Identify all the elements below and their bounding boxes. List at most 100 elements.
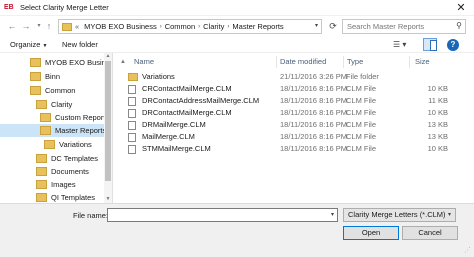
breadcrumb-separator-icon[interactable]: ›: [198, 24, 200, 30]
help-icon[interactable]: ?: [447, 39, 459, 51]
close-button[interactable]: ✕: [454, 1, 468, 15]
organize-button[interactable]: Organize ▼: [10, 40, 47, 51]
file-size: 10 KB: [427, 108, 448, 117]
tree-item-documents[interactable]: Documents: [36, 165, 110, 178]
file-icon: [128, 145, 136, 154]
up-arrow-icon[interactable]: ↑: [43, 20, 55, 32]
file-icon: [128, 133, 136, 142]
tree-item-label: DC Templates: [51, 154, 98, 163]
breadcrumb-separator-icon[interactable]: ›: [227, 24, 229, 30]
file-type: CLM File: [346, 120, 377, 129]
folder-icon: [30, 72, 41, 81]
search-box[interactable]: ⚲: [342, 19, 466, 34]
folder-icon: [36, 180, 47, 189]
tree-scrollbar[interactable]: ▲ ▼: [104, 53, 112, 203]
folder-icon: [30, 86, 41, 95]
address-overflow[interactable]: «: [75, 22, 79, 31]
change-view-icon[interactable]: ☰ ▾: [393, 39, 413, 51]
new-folder-button[interactable]: New folder: [62, 40, 98, 50]
title-bar: EB Select Clarity Merge Letter ✕: [0, 0, 474, 16]
file-row[interactable]: DRContactAddressMailMerge.CLM 18/11/2016…: [128, 96, 458, 106]
folder-icon: [36, 167, 47, 176]
dialog-footer: File name: ▾ Clarity Merge Letters (*.CL…: [0, 203, 474, 257]
breadcrumb-myob-exo-business[interactable]: MYOB EXO Business: [84, 22, 157, 31]
column-header-type[interactable]: Type: [347, 55, 363, 69]
file-icon: [128, 85, 136, 94]
breadcrumb-master-reports[interactable]: Master Reports: [232, 22, 283, 31]
file-type: File folder: [346, 72, 379, 81]
tree-item-label: Documents: [51, 167, 89, 176]
filter-dropdown-icon[interactable]: ▾: [448, 209, 451, 221]
folder-icon: [36, 193, 47, 202]
tree-item-custom-reports[interactable]: Custom Reports: [40, 111, 110, 124]
forward-arrow-icon[interactable]: →: [20, 20, 32, 32]
cancel-button[interactable]: Cancel: [402, 226, 458, 240]
address-bar[interactable]: « MYOB EXO Business › Common › Clarity ›…: [58, 19, 322, 34]
organize-label: Organize: [10, 40, 41, 49]
file-size: 13 KB: [427, 132, 448, 141]
file-name-input[interactable]: [108, 209, 323, 221]
breadcrumb-clarity[interactable]: Clarity: [203, 22, 224, 31]
file-icon: [128, 121, 136, 130]
column-divider[interactable]: [409, 56, 410, 68]
folder-icon: [36, 100, 47, 109]
tree-item-myob-exo-business[interactable]: MYOB EXO Business: [30, 56, 112, 69]
tree-item-dc-templates[interactable]: DC Templates: [36, 152, 110, 165]
file-name: DRContactMailMerge.CLM: [142, 108, 232, 117]
back-arrow-icon[interactable]: ←: [6, 20, 18, 32]
file-row[interactable]: MailMerge.CLM 18/11/2016 8:16 PM CLM Fil…: [128, 132, 458, 142]
file-list[interactable]: ▲ Name Date modified Type Size Variation…: [114, 53, 474, 203]
breadcrumb-common[interactable]: Common: [165, 22, 195, 31]
preview-pane-icon[interactable]: [423, 38, 437, 51]
column-header-date-modified[interactable]: Date modified: [280, 55, 326, 69]
tree-item-master-reports[interactable]: Master Reports: [0, 124, 107, 137]
column-divider[interactable]: [276, 56, 277, 68]
file-row[interactable]: CRContactMailMerge.CLM 18/11/2016 8:16 P…: [128, 84, 458, 94]
scroll-up-arrow-icon[interactable]: ▲: [104, 53, 112, 60]
resize-grip-icon[interactable]: ⋰: [464, 247, 472, 255]
tree-item-common[interactable]: Common: [30, 84, 110, 97]
tree-item-images[interactable]: Images: [36, 178, 110, 191]
folder-icon: [40, 113, 51, 122]
collapse-arrow-icon[interactable]: ▲: [120, 59, 126, 65]
navigation-bar: ← → ▾ ↑ « MYOB EXO Business › Common › C…: [0, 16, 474, 37]
tree-item-clarity[interactable]: Clarity: [36, 98, 110, 111]
file-date: 21/11/2016 3:26 PM: [280, 72, 347, 81]
file-date: 18/11/2016 8:16 PM: [280, 84, 347, 93]
navigation-pane[interactable]: MYOB EXO Business Binn Common Clarity Cu…: [0, 53, 113, 203]
file-date: 18/11/2016 8:16 PM: [280, 144, 347, 153]
file-row[interactable]: STMMailMerge.CLM 18/11/2016 8:16 PM CLM …: [128, 144, 458, 154]
file-row[interactable]: DRContactMailMerge.CLM 18/11/2016 8:16 P…: [128, 108, 458, 118]
tree-item-label: QI Templates: [51, 193, 96, 202]
refresh-icon[interactable]: ⟳: [326, 19, 340, 34]
app-icon: EB: [4, 4, 14, 11]
file-row[interactable]: DRMailMerge.CLM 18/11/2016 8:16 PM CLM F…: [128, 120, 458, 130]
file-date: 18/11/2016 8:16 PM: [280, 120, 347, 129]
file-size: 10 KB: [427, 144, 448, 153]
open-button[interactable]: Open: [343, 226, 399, 240]
column-header-name[interactable]: Name: [134, 55, 154, 69]
file-row-variations[interactable]: Variations 21/11/2016 3:26 PM File folde…: [128, 72, 458, 82]
file-type-filter[interactable]: Clarity Merge Letters (*.CLM) ▾: [343, 208, 456, 222]
file-name-dropdown-icon[interactable]: ▾: [331, 211, 334, 218]
tree-item-label: Master Reports: [55, 126, 107, 135]
tree-item-variations[interactable]: Variations: [44, 138, 110, 151]
tree-item-label: Images: [51, 180, 76, 189]
tree-item-qi-templates[interactable]: QI Templates: [36, 191, 110, 203]
file-type: CLM File: [346, 132, 377, 141]
file-name: Variations: [142, 72, 175, 81]
file-date: 18/11/2016 8:16 PM: [280, 132, 347, 141]
column-header-size[interactable]: Size: [415, 55, 430, 69]
scroll-down-arrow-icon[interactable]: ▼: [104, 196, 112, 203]
tree-item-binn[interactable]: Binn: [30, 70, 110, 83]
scrollbar-thumb[interactable]: [105, 61, 111, 181]
file-name-combobox[interactable]: ▾: [107, 208, 338, 222]
window-title: Select Clarity Merge Letter: [20, 3, 109, 12]
search-icon[interactable]: ⚲: [456, 21, 462, 30]
address-dropdown-icon[interactable]: ▾: [315, 22, 318, 29]
breadcrumb-separator-icon[interactable]: ›: [160, 24, 162, 30]
folder-icon: [62, 22, 72, 31]
column-divider[interactable]: [343, 56, 344, 68]
search-input[interactable]: [343, 20, 451, 33]
file-size: 13 KB: [427, 120, 448, 129]
